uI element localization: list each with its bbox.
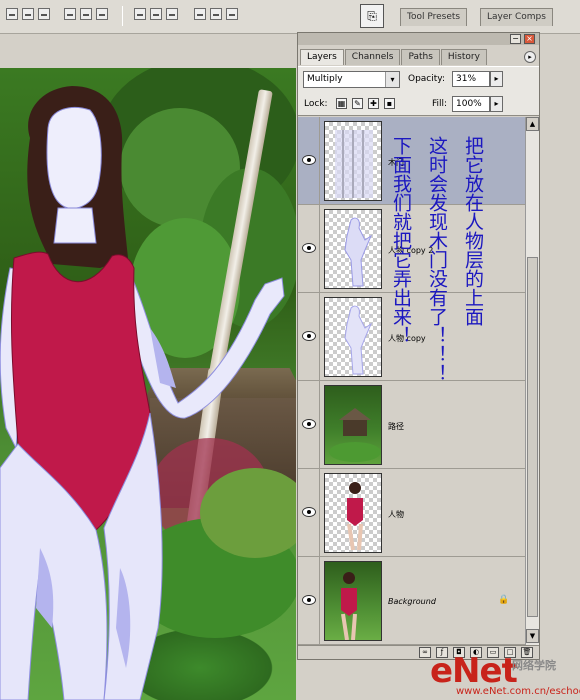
layer-thumbnail [324,209,382,289]
layers-list: 木门 人物 copy 2 人物 copy 路径 人物 Background 🔒 [298,117,525,645]
layer-name: 人物 [388,510,404,519]
lock-all-icon[interactable]: ▪ [384,98,395,109]
palette-menu-icon[interactable]: ▸ [524,51,536,63]
distribute-right-icon[interactable] [226,8,238,20]
palette-well: ⎘ Tool Presets Layer Comps [360,2,580,32]
scroll-up-icon[interactable]: ▲ [526,117,539,131]
layer-row[interactable]: 人物 copy 2 [298,205,525,293]
palette-tabs: Layers Channels Paths History [300,49,488,65]
layer-thumbnail [324,561,382,641]
person-thumbnail [347,482,363,551]
distribute-hcenter-icon[interactable] [210,8,222,20]
palette-titlebar[interactable]: − × [298,33,539,45]
garden-thumbnail [329,408,381,462]
fill-label: Fill: [432,99,448,109]
scroll-down-icon[interactable]: ▼ [526,629,539,643]
blend-row: Multiply ▾ Opacity: 31% ▸ [298,66,539,92]
tab-layer-comps[interactable]: Layer Comps [480,8,553,26]
layer-row[interactable]: 人物 copy [298,293,525,381]
lock-pixels-icon[interactable]: ✎ [352,98,363,109]
layer-name: 路径 [388,422,404,431]
layer-name: 人物 copy 2 [388,246,434,255]
layer-thumbnail [324,385,382,465]
distribute-bottom-icon[interactable] [166,8,178,20]
layer-row[interactable]: Background 🔒 [298,557,525,645]
visibility-column [298,557,320,644]
woman-figure [0,86,285,700]
background-thumbnail [341,572,357,640]
visibility-column [298,381,320,468]
distribute-top-icon[interactable] [134,8,146,20]
layer-thumbnail [324,297,382,377]
close-icon[interactable]: × [524,34,535,44]
eye-icon[interactable] [302,595,316,605]
layer-name: 木门 [388,158,404,167]
opacity-slider-button[interactable]: ▸ [490,71,503,87]
eye-icon[interactable] [302,507,316,517]
align-bottom-icon[interactable] [38,8,50,20]
fill-input[interactable]: 100% [452,96,490,112]
distribute-left-icon[interactable] [194,8,206,20]
file-browser-icon[interactable]: ⎘ [360,4,384,28]
distribute-buttons [134,8,238,20]
layer-name: 人物 copy [388,334,426,343]
align-right-icon[interactable] [96,8,108,20]
fill-slider-button[interactable]: ▸ [490,96,503,112]
document-canvas[interactable] [0,68,296,700]
watermark-cn: 网络学院 [512,659,556,672]
lock-row: Lock: ▦ ✎ ✚ ▪ Fill: 100% ▸ [298,92,539,116]
layer-row[interactable]: 人物 [298,469,525,557]
watermark-logo: eNet [430,651,518,691]
layer-row[interactable]: 木门 [298,117,525,205]
align-top-icon[interactable] [6,8,18,20]
options-bar: ⎘ Tool Presets Layer Comps [0,0,580,34]
align-hcenter-icon[interactable] [80,8,92,20]
tab-channels[interactable]: Channels [344,49,401,65]
layers-scrollbar[interactable]: ▲ ▼ [525,117,539,645]
blend-mode-value: Multiply [307,74,343,84]
align-left-icon[interactable] [64,8,76,20]
chevron-down-icon: ▾ [385,72,399,87]
layer-name: Background [388,597,436,606]
minimize-icon[interactable]: − [510,34,521,44]
layer-thumbnail [324,121,382,201]
lock-position-icon[interactable]: ✚ [368,98,379,109]
align-vcenter-icon[interactable] [22,8,34,20]
visibility-column [298,293,320,380]
enet-watermark: eNet 网络学院 www.eNet.com.cn/eschool [430,651,580,700]
figure-outline-thumbnail [344,217,373,287]
eye-icon[interactable] [302,331,316,341]
eye-icon[interactable] [302,419,316,429]
tab-history[interactable]: History [440,49,487,65]
toolbar-separator [122,6,123,26]
scroll-thumb[interactable] [527,257,538,617]
watermark-url: www.eNet.com.cn/eschool [456,686,580,697]
eye-icon[interactable] [302,155,316,165]
layer-row[interactable]: 路径 [298,381,525,469]
layer-thumbnail [324,473,382,553]
figure-outline-thumbnail [344,305,373,375]
lock-label: Lock: [304,99,328,109]
visibility-column [298,117,320,204]
distribute-vcenter-icon[interactable] [150,8,162,20]
visibility-column [298,205,320,292]
tab-paths[interactable]: Paths [401,49,440,65]
opacity-label: Opacity: [408,74,445,84]
tab-tool-presets[interactable]: Tool Presets [400,8,468,26]
lock-icon: 🔒 [498,595,510,605]
tab-layers[interactable]: Layers [300,49,344,65]
lock-transparency-icon[interactable]: ▦ [336,98,347,109]
door-thumbnail [335,130,373,198]
blend-mode-select[interactable]: Multiply ▾ [303,71,400,88]
align-buttons [6,8,108,20]
opacity-input[interactable]: 31% [452,71,490,87]
layers-palette: − × Layers Channels Paths History ▸ Mult… [297,32,540,660]
visibility-column [298,469,320,556]
eye-icon[interactable] [302,243,316,253]
